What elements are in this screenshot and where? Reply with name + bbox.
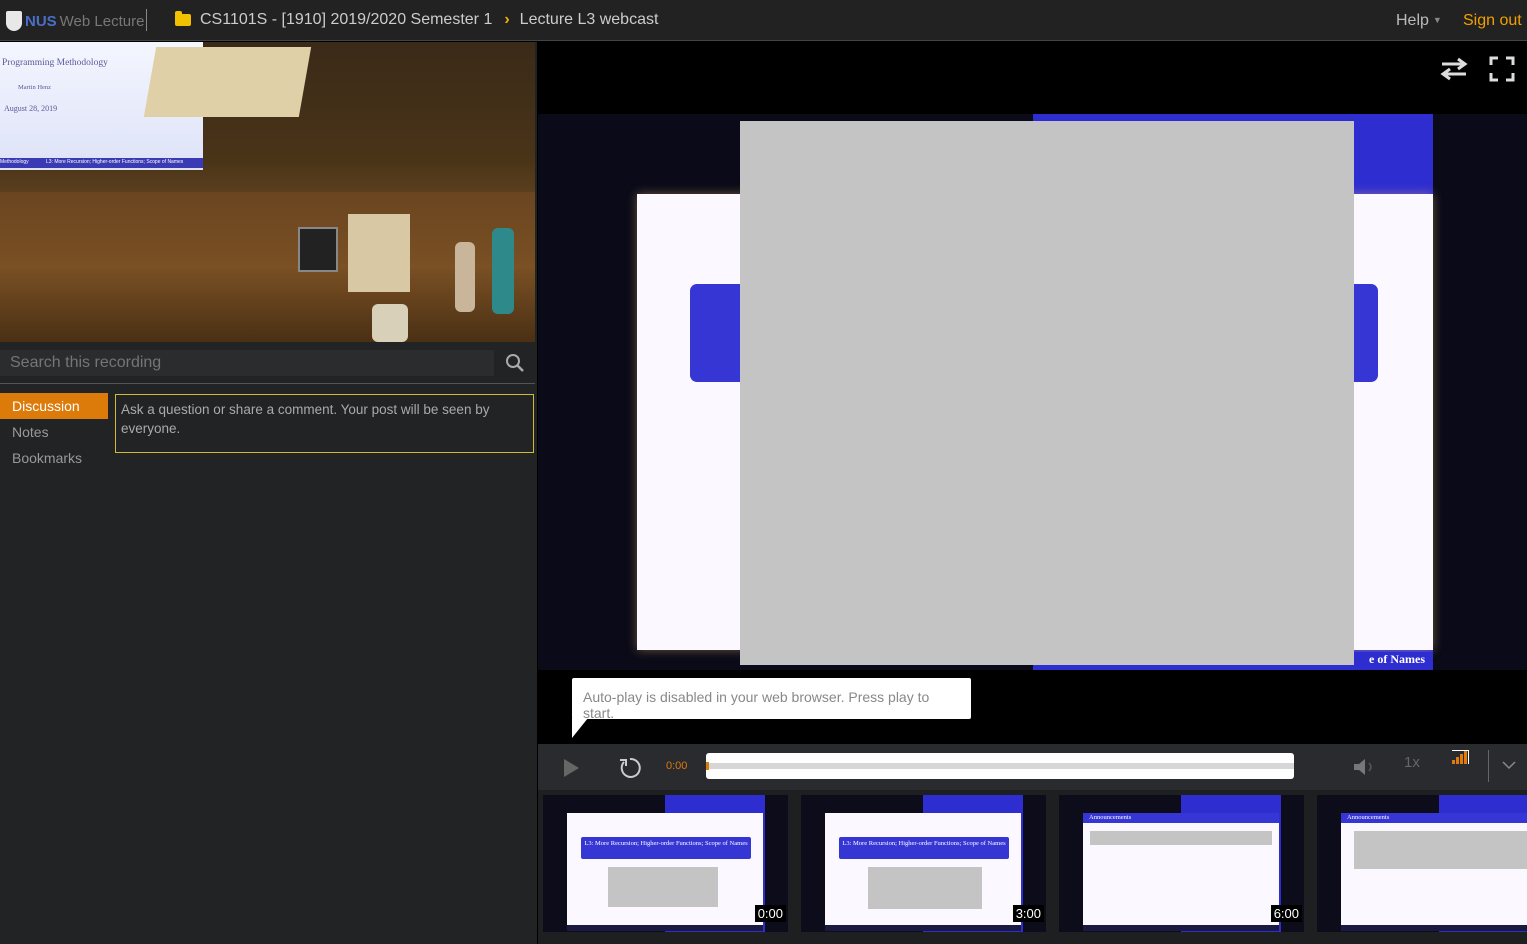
swap-layout-icon[interactable] xyxy=(1438,56,1470,82)
replay-icon[interactable] xyxy=(618,756,642,780)
search-bar xyxy=(0,342,535,384)
tooltip-tail xyxy=(572,718,588,738)
thumbnail-redacted xyxy=(1354,831,1527,869)
thumbnail-title: L3: More Recursion; Higher-order Functio… xyxy=(581,837,751,859)
help-menu[interactable]: Help ▼ xyxy=(1396,12,1442,30)
search-input[interactable] xyxy=(0,350,494,376)
player-controls: 0:00 1x xyxy=(538,744,1527,790)
breadcrumb: CS1101S - [1910] 2019/2020 Semester 1 › … xyxy=(175,11,658,29)
thumbnail-title: Announcements xyxy=(1341,813,1527,823)
help-label: Help xyxy=(1396,12,1429,29)
progress-fill xyxy=(706,762,709,770)
thumbnail-title: L3: More Recursion; Higher-order Functio… xyxy=(839,837,1009,859)
screen-date: August 28, 2019 xyxy=(4,104,58,113)
current-time: 0:00 xyxy=(666,760,688,772)
logo-web-lecture-text: Web Lecture xyxy=(59,12,145,30)
screen-footer-bar: Methodology L3: More Recursion; Higher-o… xyxy=(0,158,203,168)
autoplay-message: Auto-play is disabled in your web browse… xyxy=(572,678,971,721)
thumbnail-time: 0:00 xyxy=(754,905,786,922)
thumbnail-slide xyxy=(1341,813,1527,925)
sign-out-link[interactable]: Sign out xyxy=(1463,12,1522,30)
equipment-stand xyxy=(298,227,338,272)
person xyxy=(492,228,514,314)
top-bar: NUS Web Lecture CS1101S - [1910] 2019/20… xyxy=(0,0,1527,41)
screen-author: Martin Henz xyxy=(18,84,52,91)
volume-icon[interactable] xyxy=(1352,758,1378,776)
fullscreen-icon[interactable] xyxy=(1489,56,1515,82)
thumbnail-footer xyxy=(825,925,1021,931)
thumbnail[interactable]: L3: More Recursion; Higher-order Functio… xyxy=(543,795,788,932)
person xyxy=(372,304,408,342)
quality-icon[interactable] xyxy=(1452,750,1470,764)
left-panel: Programming Methodology Martin Henz Augu… xyxy=(0,42,537,944)
thumbnail-footer xyxy=(1341,925,1527,931)
camera-video[interactable]: Programming Methodology Martin Henz Augu… xyxy=(0,42,535,342)
thumbnail-redacted xyxy=(868,867,982,909)
play-icon[interactable] xyxy=(562,758,580,778)
thumbnail-title: Announcements xyxy=(1083,813,1279,823)
main-video[interactable]: e of Names Auto-play is disabled in your… xyxy=(538,42,1527,744)
screen-footer-right: L3: More Recursion; Higher-order Functio… xyxy=(46,159,184,165)
podium xyxy=(348,214,410,292)
thumbnail-strip: L3: More Recursion; Higher-order Functio… xyxy=(538,790,1527,944)
thumbnail-footer xyxy=(567,925,763,931)
nus-web-lecture-logo[interactable]: NUS Web Lecture xyxy=(6,8,144,34)
breadcrumb-lecture: Lecture L3 webcast xyxy=(519,11,659,28)
chevron-right-icon: › xyxy=(504,11,510,28)
search-icon[interactable] xyxy=(505,353,525,373)
ceiling-light xyxy=(143,47,312,117)
playback-rate-button[interactable]: 1x xyxy=(1404,754,1420,771)
breadcrumb-course-link[interactable]: CS1101S - [1910] 2019/2020 Semester 1 xyxy=(200,11,492,29)
nus-crest-icon xyxy=(6,11,22,31)
caret-down-icon: ▼ xyxy=(1432,15,1442,25)
thumbnail-redacted xyxy=(608,867,718,907)
side-tabs: Discussion Notes Bookmarks xyxy=(0,393,108,471)
folder-icon xyxy=(175,11,191,26)
progress-bar[interactable] xyxy=(706,753,1294,779)
thumbnail[interactable]: L3: More Recursion; Higher-order Functio… xyxy=(801,795,1046,932)
thumbnail[interactable]: Announcements 6:00 xyxy=(1059,795,1304,932)
thumbnail-footer xyxy=(1083,925,1279,931)
progress-track xyxy=(706,763,1294,769)
screen-footer-left: Methodology xyxy=(0,159,29,165)
tab-bookmarks[interactable]: Bookmarks xyxy=(0,445,108,471)
person xyxy=(455,242,475,312)
tab-discussion[interactable]: Discussion xyxy=(0,393,108,419)
thumbnail-time: 6:00 xyxy=(1270,905,1302,922)
thumbnail-time: 3:00 xyxy=(1012,905,1044,922)
redacted-region xyxy=(740,121,1354,665)
comment-field[interactable]: Ask a question or share a comment. Your … xyxy=(115,394,534,453)
controls-divider xyxy=(1488,750,1489,782)
thumbnail[interactable]: Announcements xyxy=(1317,795,1527,932)
thumbnail-slide xyxy=(1083,813,1279,925)
header-divider xyxy=(146,9,147,31)
thumbnail-redacted xyxy=(1090,831,1272,845)
chevron-down-icon[interactable] xyxy=(1502,760,1516,770)
tab-notes[interactable]: Notes xyxy=(0,419,108,445)
logo-nus-text: NUS xyxy=(25,12,57,30)
screen-title: Programming Methodology xyxy=(2,58,108,68)
